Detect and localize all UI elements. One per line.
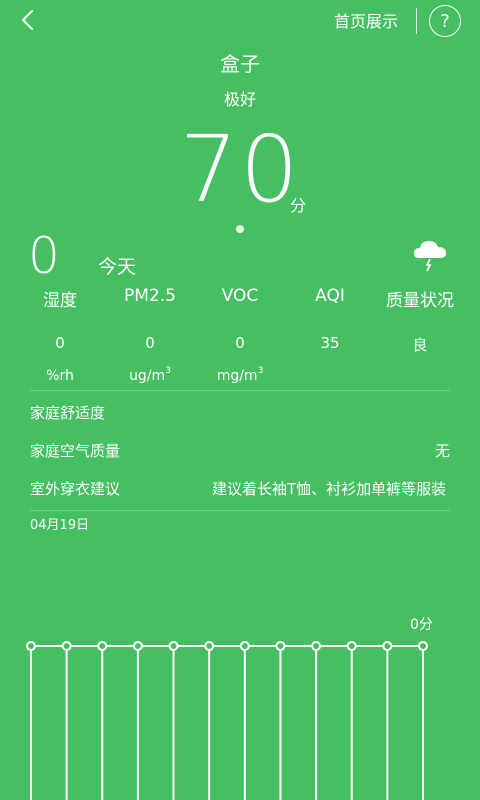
score-unit: 分 (290, 196, 307, 215)
metric-value-humidity: 0 (55, 334, 65, 352)
metric-label-voc: VOC (221, 286, 259, 306)
metric-label-aqi: AQI (315, 286, 345, 306)
chart-point[interactable] (61, 641, 72, 651)
chart-point[interactable] (275, 641, 286, 651)
page-indicator-dot[interactable] (236, 225, 244, 233)
back-button[interactable] (14, 6, 44, 36)
chart-point[interactable] (132, 641, 143, 651)
chart-point[interactable] (204, 641, 215, 651)
device-name: 盒子 (220, 52, 260, 76)
outdoor-temperature: 0 (28, 227, 60, 285)
divider (30, 510, 450, 511)
row-label-home-comfort: 家庭舒适度 (30, 404, 106, 422)
metric-unit-humidity: %rh (46, 368, 74, 384)
chart-point[interactable] (239, 641, 250, 651)
row-value-home-air-quality: 无 (434, 442, 450, 460)
chart-date: 04月19日 (30, 518, 90, 533)
day-label: 今天 (98, 256, 137, 278)
home-display-button[interactable]: 首页展示 (334, 8, 398, 32)
chart-point[interactable] (382, 641, 393, 651)
metric-unit-pm25: ug/m3 (129, 366, 171, 384)
air-score: 70 (179, 116, 301, 223)
row-label-clothing-advice: 室外穿衣建议 (30, 480, 121, 498)
chart-point[interactable] (97, 641, 108, 651)
row-value-clothing-advice: 建议着长袖T恤、衬衫加单裤等服装 (212, 480, 447, 498)
chart-point[interactable] (418, 641, 428, 651)
chart-point[interactable] (346, 641, 357, 651)
metric-value-aqi: 35 (320, 334, 340, 352)
chart-point[interactable] (311, 641, 322, 651)
row-label-home-air-quality: 家庭空气质量 (30, 442, 121, 460)
air-quality-word: 极好 (223, 90, 256, 109)
metric-value-voc: 0 (235, 334, 245, 352)
divider (30, 390, 450, 391)
metric-unit-voc: mg/m3 (216, 366, 264, 384)
metric-label-quality-status: 质量状况 (386, 291, 454, 311)
metric-value-pm25: 0 (145, 334, 155, 352)
chevron-left-icon (22, 10, 33, 30)
metric-label-humidity: 湿度 (43, 291, 77, 311)
cloud-rain-icon (412, 238, 448, 272)
header-divider (416, 8, 417, 34)
chart-point[interactable] (26, 641, 36, 651)
chart-point[interactable] (168, 641, 179, 651)
question-icon: ? (440, 10, 450, 32)
metric-value-quality-status: 良 (412, 336, 428, 354)
help-button[interactable]: ? (429, 5, 461, 37)
metric-label-pm25: PM2.5 (124, 286, 176, 306)
score-history-chart (26, 641, 428, 800)
